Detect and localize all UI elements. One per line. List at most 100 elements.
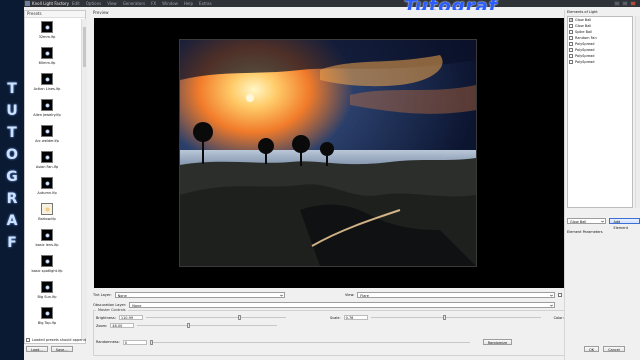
master-controls-title: Master Controls xyxy=(96,308,128,312)
preset-item[interactable]: basic spotlight.lfp xyxy=(25,253,81,279)
maximize-button[interactable] xyxy=(622,1,628,6)
zoom-slider[interactable] xyxy=(137,323,278,328)
brand-letter: T xyxy=(7,81,17,97)
load-button[interactable]: Load... xyxy=(26,346,48,352)
menu-item[interactable]: Help xyxy=(184,0,193,7)
preset-label: Big Sun.lfp xyxy=(37,295,57,299)
tint-layer-label: Tint Layer: xyxy=(93,293,112,297)
scale-slider[interactable] xyxy=(370,315,541,320)
brightness-field[interactable]: 110.99 xyxy=(118,315,143,320)
brand-vertical-text: T U T O G R A F xyxy=(2,78,22,254)
menu-item[interactable]: Extras xyxy=(199,0,212,7)
menu-item[interactable]: Edit xyxy=(72,0,80,7)
obscuration-select[interactable]: None xyxy=(129,302,556,308)
preset-item[interactable]: Big Sun.lfp xyxy=(25,279,81,305)
left-brand-strip: T U T O G R A F xyxy=(0,0,24,360)
append-checkbox[interactable] xyxy=(26,338,30,342)
app-window: Knoll Light Factory Edit Options View Ge… xyxy=(24,0,640,360)
title-bar: Knoll Light Factory Edit Options View Ge… xyxy=(24,0,640,7)
preset-item[interactable]: basic lens.lfp xyxy=(25,227,81,253)
element-checkbox[interactable] xyxy=(569,30,573,34)
preset-thumbnail xyxy=(41,125,53,137)
append-label: Loaded presets should append xyxy=(32,338,86,342)
elements-header: Elements of Light xyxy=(567,10,598,14)
menu-item[interactable]: Generators xyxy=(123,0,145,7)
menu-item[interactable]: Options xyxy=(86,0,101,7)
brightness-label: Brightness: xyxy=(96,315,116,320)
element-checkbox[interactable] xyxy=(569,24,573,28)
menu-item[interactable]: Window xyxy=(162,0,178,7)
chevron-down-icon xyxy=(550,294,554,297)
preset-item[interactable]: Big Top.lfp xyxy=(25,305,81,331)
save-button[interactable]: Save... xyxy=(50,346,73,352)
tint-layer-select[interactable]: None xyxy=(114,292,285,298)
append-row: Loaded presets should append xyxy=(26,338,88,342)
slider-track xyxy=(370,317,541,318)
zoom-field[interactable]: 48.00 xyxy=(110,323,135,328)
preset-item[interactable]: Action Lines.lfp xyxy=(25,71,81,97)
slider-knob[interactable] xyxy=(442,315,446,320)
flare-icon xyxy=(45,181,50,186)
randomness-field[interactable]: 0 xyxy=(122,339,147,345)
element-type-value: Glow Ball xyxy=(570,220,587,224)
preset-thumbnail xyxy=(41,47,53,59)
element-checkbox[interactable] xyxy=(569,60,573,64)
element-checkbox[interactable] xyxy=(569,42,573,46)
preset-item[interactable]: 60mm.lfp xyxy=(25,45,81,71)
brand-letter: O xyxy=(6,147,18,163)
preset-item[interactable]: Arc welder.lfp xyxy=(25,123,81,149)
slider-track xyxy=(145,317,286,318)
preset-label: Big Top.lfp xyxy=(37,321,57,325)
window-title: Knoll Light Factory xyxy=(32,1,69,6)
slider-knob[interactable] xyxy=(237,315,241,320)
chevron-down-icon xyxy=(550,304,554,307)
randomize-button[interactable]: Randomize xyxy=(482,339,513,345)
invert-checkbox[interactable] xyxy=(558,293,563,297)
randomness-slider[interactable] xyxy=(149,339,470,345)
presets-scrollbar[interactable] xyxy=(81,19,87,339)
preset-item[interactable]: Alien Jewelry.lfp xyxy=(25,97,81,123)
flare-icon xyxy=(45,233,50,238)
cancel-button[interactable]: Cancel xyxy=(603,346,625,352)
flare-icon xyxy=(45,51,50,56)
preset-item[interactable]: Asian Fan.lfp xyxy=(25,149,81,175)
flare-icon xyxy=(45,77,50,82)
add-element-button[interactable]: Add Element xyxy=(608,218,640,230)
ok-button[interactable]: OK xyxy=(584,346,600,352)
elements-scrollbar[interactable] xyxy=(635,16,640,208)
element-checkbox[interactable] xyxy=(569,48,573,52)
preset-item[interactable]: 32mm.lfp xyxy=(25,19,81,45)
menu-item[interactable]: View xyxy=(107,0,117,7)
elements-list: ✓ Glow Ball Glow Ball Spike Ball Random … xyxy=(567,16,633,208)
view-label: View: xyxy=(345,293,355,297)
obscuration-label: Obscuration Layer: xyxy=(93,303,127,307)
scale-field[interactable]: 0.76 xyxy=(343,315,368,320)
presets-header: Presets xyxy=(25,11,85,18)
element-checkbox[interactable]: ✓ xyxy=(569,17,573,22)
preview-header: Preview xyxy=(93,10,109,15)
minimize-button[interactable] xyxy=(614,1,620,6)
preset-item[interactable]: Autumn.lfp xyxy=(25,175,81,201)
landscape-image xyxy=(180,40,476,266)
window-controls xyxy=(614,1,636,6)
slider-knob[interactable] xyxy=(149,339,153,345)
view-select[interactable]: Flare xyxy=(357,292,556,298)
scrollbar-thumb[interactable] xyxy=(83,27,86,67)
master-controls-group: Master Controls Brightness: 110.99 Scale… xyxy=(93,308,577,356)
flare-icon xyxy=(45,25,50,30)
slider-knob[interactable] xyxy=(187,323,191,328)
flare-icon xyxy=(45,285,50,290)
element-controls: Glow Ball Add Element xyxy=(567,218,640,230)
brightness-slider[interactable] xyxy=(145,315,286,320)
randomness-label: Randomness: xyxy=(96,340,120,344)
element-item[interactable]: PolySpread xyxy=(568,59,632,65)
preset-item[interactable]: Bartow.lfp xyxy=(25,201,81,227)
close-button[interactable] xyxy=(630,1,636,6)
preset-thumbnail xyxy=(41,151,53,163)
element-checkbox[interactable] xyxy=(569,36,573,40)
slider-track xyxy=(137,325,278,326)
element-type-select[interactable]: Glow Ball xyxy=(567,218,606,224)
menu-item[interactable]: FX xyxy=(151,0,156,7)
element-checkbox[interactable] xyxy=(569,54,573,58)
preview-canvas[interactable] xyxy=(94,18,578,288)
